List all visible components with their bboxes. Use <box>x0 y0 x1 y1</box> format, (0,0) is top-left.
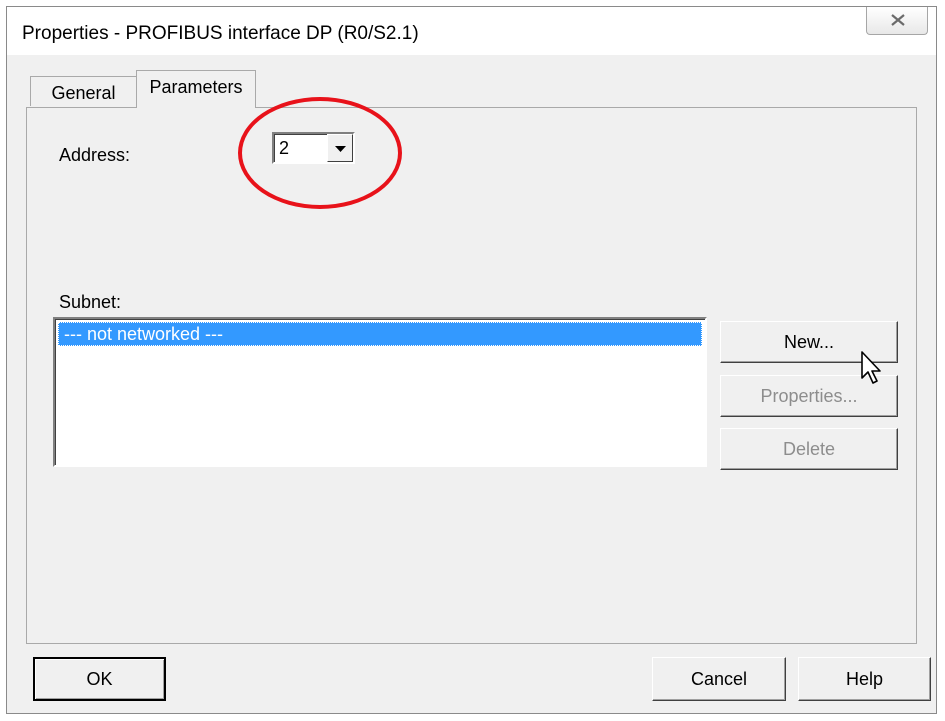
highlight-annotation <box>238 97 402 209</box>
help-button-label: Help <box>845 669 884 689</box>
list-item[interactable]: --- not networked --- <box>58 322 702 346</box>
ok-button-label: OK <box>86 669 113 689</box>
tab-parameters-label: Parameters <box>149 77 243 97</box>
cancel-button[interactable]: Cancel <box>652 657 786 701</box>
address-label: Address: <box>59 145 131 165</box>
help-button[interactable]: Help <box>798 657 931 701</box>
delete-button[interactable]: Delete <box>720 428 898 470</box>
ok-button[interactable]: OK <box>33 657 166 701</box>
title-bar: Properties - PROFIBUS interface DP (R0/S… <box>7 7 936 55</box>
subnet-list[interactable]: --- not networked --- <box>53 317 707 467</box>
tab-general[interactable]: General <box>30 76 137 106</box>
close-icon <box>891 14 905 26</box>
cancel-button-label: Cancel <box>690 669 748 689</box>
delete-button-label: Delete <box>782 439 836 459</box>
subnet-label: Subnet: <box>59 292 122 312</box>
tab-general-label: General <box>51 83 116 103</box>
tab-parameters[interactable]: Parameters <box>136 70 256 108</box>
mouse-pointer-icon <box>861 351 881 384</box>
close-button[interactable] <box>866 7 928 35</box>
window-title: Properties - PROFIBUS interface DP (R0/S… <box>22 23 419 44</box>
